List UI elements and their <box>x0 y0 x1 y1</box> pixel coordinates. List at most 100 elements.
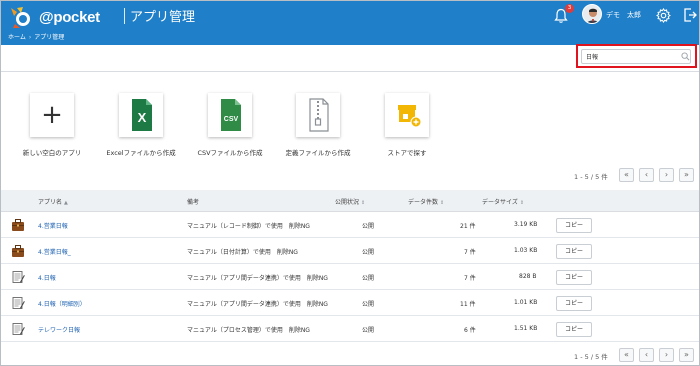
table-row[interactable]: 4.営業日報 マニュアル（レコード制御）で使用 削除NG 公開 21 件 3.1… <box>1 213 699 238</box>
status-cell: 公開 <box>362 249 375 256</box>
store-icon <box>398 105 422 128</box>
user-name[interactable]: デモ 太郎 <box>606 10 641 20</box>
table-row[interactable]: テレワーク日報 マニュアル（プロセス管理）で使用 削除NG 公開 6 件 1.5… <box>1 317 699 342</box>
create-blank-app[interactable]: + 新しい空白のアプリ <box>7 93 97 157</box>
sort-asc-icon[interactable]: ▲ <box>64 200 68 206</box>
notepad-icon <box>12 323 25 335</box>
create-tile[interactable]: CSV <box>208 93 252 137</box>
size-cell: 1.51 KB <box>514 325 538 332</box>
copy-button[interactable]: コピー <box>556 296 592 311</box>
column-label: データサイズ <box>482 199 518 206</box>
column-data-size[interactable]: データサイズ ⇕ <box>482 197 524 206</box>
app-window: @pocket アプリ管理 ホーム › アプリ管理 3 デモ 太郎 日報 + 新… <box>0 0 700 366</box>
sort-icon[interactable]: ⇕ <box>440 200 444 206</box>
create-label: 定義ファイルから作成 <box>285 149 351 157</box>
count-cell: 7 件 <box>464 249 476 256</box>
briefcase-icon <box>12 245 24 257</box>
status-cell: 公開 <box>362 327 375 334</box>
copy-button[interactable]: コピー <box>556 270 592 285</box>
count-cell: 21 件 <box>460 223 476 230</box>
copy-button[interactable]: コピー <box>556 322 592 337</box>
column-status[interactable]: 公開状況 ⇕ <box>335 197 365 206</box>
breadcrumb-home[interactable]: ホーム <box>8 34 26 41</box>
next-page-button[interactable]: › <box>659 168 674 182</box>
notepad-icon <box>12 297 25 309</box>
search-icon[interactable] <box>681 52 690 61</box>
first-page-button[interactable]: « <box>619 348 634 362</box>
find-in-store[interactable]: ストアで探す <box>362 93 452 157</box>
create-from-definition[interactable]: 定義ファイルから作成 <box>273 93 363 157</box>
breadcrumb-separator-icon: › <box>28 34 32 41</box>
table-row[interactable]: 4.営業日報_ マニュアル（日付計算）で使用 削除NG 公開 7 件 1.03 … <box>1 239 699 264</box>
column-label: 公開状況 <box>335 199 360 206</box>
notepad-icon <box>12 271 25 283</box>
count-cell: 7 件 <box>464 275 476 282</box>
size-cell: 3.19 KB <box>514 221 538 228</box>
pager-count: 1 - 5 / 5 件 <box>574 353 608 361</box>
app-name-link[interactable]: 4.営業日報 <box>38 221 68 230</box>
create-label: CSVファイルから作成 <box>197 149 263 157</box>
create-from-excel[interactable]: X Excelファイルから作成 <box>96 93 186 157</box>
logo[interactable]: @pocket <box>7 4 127 28</box>
app-name-link[interactable]: 4.営業日報_ <box>38 247 71 256</box>
note-cell: マニュアル（レコード制御）で使用 削除NG <box>187 223 310 230</box>
table-row[interactable]: 4.日報 マニュアル（アプリ間データ連携）で使用 削除NG 公開 7 件 828… <box>1 265 699 290</box>
table-header: アプリ名 ▲ 備考 公開状況 ⇕ データ件数 ⇕ データサイズ ⇕ <box>1 190 699 212</box>
size-cell: 1.01 KB <box>514 299 538 306</box>
prev-page-button[interactable]: ‹ <box>639 168 654 182</box>
last-page-button[interactable]: » <box>679 168 694 182</box>
size-cell: 828 B <box>519 273 537 280</box>
column-app-name[interactable]: アプリ名 ▲ <box>38 197 68 206</box>
gear-icon[interactable] <box>656 8 671 23</box>
app-name-link[interactable]: テレワーク日報 <box>38 325 80 334</box>
note-cell: マニュアル（アプリ間データ連携）で使用 削除NG <box>187 275 328 282</box>
svg-text:X: X <box>138 110 147 125</box>
copy-button[interactable]: コピー <box>556 218 592 233</box>
logout-icon[interactable] <box>683 7 697 23</box>
logo-text: @pocket <box>39 9 100 26</box>
avatar[interactable] <box>582 4 602 24</box>
table-row[interactable]: 4.日報（明細別） マニュアル（アプリ間データ連携）で使用 削除NG 公開 11… <box>1 291 699 316</box>
column-label: アプリ名 <box>38 199 63 206</box>
first-page-button[interactable]: « <box>619 168 634 182</box>
breadcrumb-current: アプリ管理 <box>34 34 65 41</box>
top-header: @pocket アプリ管理 ホーム › アプリ管理 3 デモ 太郎 <box>1 1 699 45</box>
prev-page-button[interactable]: ‹ <box>639 348 654 362</box>
app-name-link[interactable]: 4.日報（明細別） <box>38 299 86 308</box>
create-tile[interactable]: X <box>119 93 163 137</box>
app-name-link[interactable]: 4.日報 <box>38 273 56 282</box>
create-tile[interactable]: + <box>30 93 74 137</box>
next-page-button[interactable]: › <box>659 348 674 362</box>
count-cell: 6 件 <box>464 327 476 334</box>
svg-text:CSV: CSV <box>224 116 239 123</box>
column-label: データ件数 <box>408 199 439 206</box>
briefcase-icon <box>12 219 24 231</box>
sort-icon[interactable]: ⇕ <box>520 200 524 206</box>
status-cell: 公開 <box>362 275 375 282</box>
last-page-button[interactable]: » <box>679 348 694 362</box>
copy-button[interactable]: コピー <box>556 244 592 259</box>
excel-file-icon: X <box>132 99 152 131</box>
column-label: 備考 <box>187 199 200 206</box>
sort-icon[interactable]: ⇕ <box>361 200 365 206</box>
create-from-csv[interactable]: CSV CSVファイルから作成 <box>185 93 275 157</box>
page-title: アプリ管理 <box>130 10 196 25</box>
user-photo-icon <box>583 5 601 23</box>
pager-count: 1 - 5 / 5 件 <box>574 173 608 181</box>
note-cell: マニュアル（日付計算）で使用 削除NG <box>187 249 298 256</box>
create-label: Excelファイルから作成 <box>106 149 176 157</box>
notification-badge: 3 <box>565 4 574 13</box>
create-label: ストアで探す <box>387 149 427 157</box>
status-cell: 公開 <box>362 223 375 230</box>
search-input[interactable] <box>586 50 676 63</box>
create-tile[interactable] <box>296 93 340 137</box>
plus-icon: + <box>41 100 63 130</box>
size-cell: 1.03 KB <box>514 247 538 254</box>
breadcrumb: ホーム › アプリ管理 <box>8 32 64 41</box>
column-data-count[interactable]: データ件数 ⇕ <box>408 197 444 206</box>
status-cell: 公開 <box>362 301 375 308</box>
main-panel: + 新しい空白のアプリ X Excelファイルから作成 CSV CSVファイルか… <box>1 73 699 365</box>
create-label: 新しい空白のアプリ <box>22 149 82 157</box>
search-box[interactable] <box>581 49 691 64</box>
create-tile[interactable] <box>385 93 429 137</box>
